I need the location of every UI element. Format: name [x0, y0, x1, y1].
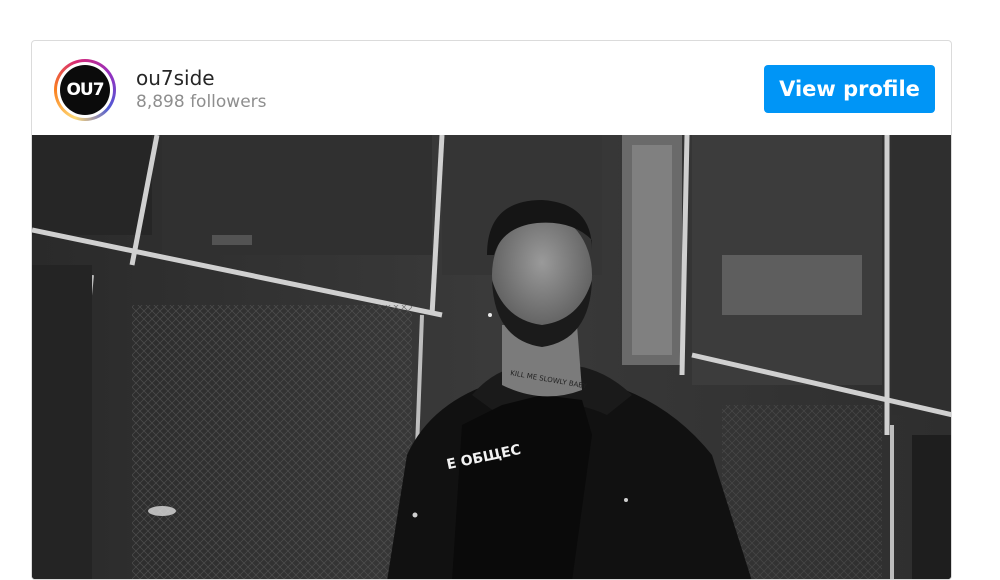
instagram-embed-card: OU7 ou7side 8,898 followers View profile [31, 40, 952, 580]
mesh-grate [132, 305, 412, 579]
post-image: Е ОБЩЕС KILL ME SLOWLY BABY [32, 135, 951, 579]
avatar-border: OU7 [57, 62, 113, 118]
username-link[interactable]: ou7side [136, 65, 267, 91]
user-info: ou7side 8,898 followers [136, 65, 267, 113]
post-photo[interactable]: Е ОБЩЕС KILL ME SLOWLY BABY [32, 135, 951, 579]
avatar-story-ring[interactable]: OU7 [54, 59, 116, 121]
embed-header: OU7 ou7side 8,898 followers View profile [32, 41, 951, 135]
avatar: OU7 [60, 65, 110, 115]
view-profile-button[interactable]: View profile [764, 65, 935, 113]
follower-count: 8,898 followers [136, 92, 267, 112]
